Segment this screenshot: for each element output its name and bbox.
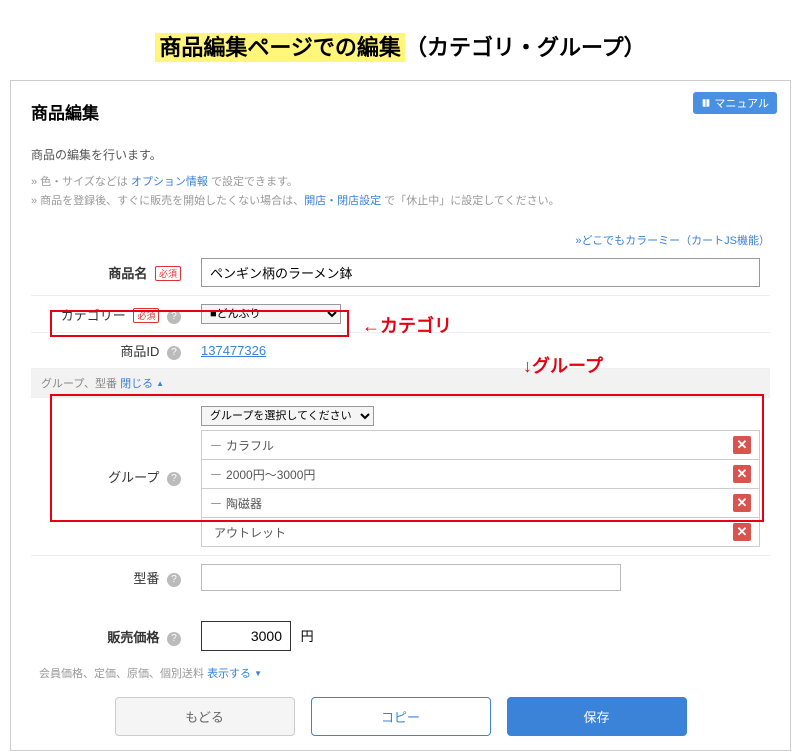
price-unit: 円: [301, 629, 314, 644]
cartjs-link[interactable]: »どこでもカラーミー（カートJS機能）: [575, 235, 770, 247]
chevron-up-icon: ▲: [156, 379, 164, 388]
page-title: 商品編集ページでの編集（カテゴリ・グループ）: [10, 10, 791, 80]
chevron-down-icon: ▼: [254, 669, 262, 678]
option-info-link[interactable]: オプション情報: [131, 176, 208, 188]
group-delete-button[interactable]: ✕: [733, 436, 751, 454]
group-item-label: カラフル: [226, 437, 274, 454]
back-button[interactable]: もどる: [115, 697, 295, 736]
product-id-link[interactable]: 137477326: [201, 343, 266, 358]
annotation-category-text: ←カテゴリ: [362, 312, 452, 338]
book-icon: [701, 98, 711, 108]
category-select[interactable]: ■どんぶり: [201, 304, 341, 324]
group-label: グループ ?: [31, 398, 191, 556]
product-name-label: 商品名 必須: [31, 250, 191, 296]
help-icon[interactable]: ?: [167, 346, 181, 360]
group-delete-button[interactable]: ✕: [733, 523, 751, 541]
open-close-settings-link[interactable]: 開店・閉店設定: [304, 195, 381, 207]
category-label: カテゴリー 必須 ?: [31, 296, 191, 333]
help-icon[interactable]: ?: [167, 573, 181, 587]
lead-text: 商品の編集を行います。: [31, 146, 770, 163]
group-item: ーカラフル ✕: [201, 430, 760, 460]
model-label: 型番 ?: [31, 556, 191, 600]
required-badge: 必須: [133, 308, 159, 323]
editor-panel: マニュアル 商品編集 商品の編集を行います。 » 色・サイズなどは オプション情…: [10, 80, 791, 751]
group-item-label: 2000円～3000円: [226, 466, 315, 483]
group-model-accordion[interactable]: グループ、型番 閉じる ▲: [31, 369, 770, 398]
product-name-input[interactable]: [201, 258, 760, 287]
product-id-label: 商品ID ?: [31, 333, 191, 369]
help-icon[interactable]: ?: [167, 632, 181, 646]
manual-button[interactable]: マニュアル: [693, 92, 777, 114]
group-delete-button[interactable]: ✕: [733, 465, 751, 483]
form-table: 商品名 必須 カテゴリー 必須 ? ■どんぶり: [31, 250, 770, 599]
price-label: 販売価格 ?: [31, 613, 191, 659]
required-badge: 必須: [155, 266, 181, 281]
help-icon[interactable]: ?: [167, 472, 181, 486]
expand-link[interactable]: 表示する: [207, 668, 251, 680]
group-item: ー陶磁器 ✕: [201, 489, 760, 518]
save-button[interactable]: 保存: [507, 697, 687, 736]
copy-button[interactable]: コピー: [311, 697, 491, 736]
notes: » 色・サイズなどは オプション情報 で設定できます。 » 商品を登録後、すぐに…: [31, 173, 770, 210]
group-delete-button[interactable]: ✕: [733, 494, 751, 512]
group-item: アウトレット ✕: [201, 518, 760, 547]
group-item-prefix: ー: [210, 437, 222, 454]
help-icon[interactable]: ?: [167, 310, 181, 324]
accordion-close-link[interactable]: 閉じる: [120, 378, 153, 390]
group-item-label: 陶磁器: [226, 495, 262, 512]
price-extra-accordion[interactable]: 会員価格、定価、原価、個別送料 表示する ▼: [31, 659, 770, 683]
group-item-label: アウトレット: [214, 524, 286, 541]
annotation-group-text: ↓グループ: [523, 352, 603, 378]
group-item-prefix: ー: [210, 495, 222, 512]
price-input[interactable]: [201, 621, 291, 651]
section-heading: 商品編集: [31, 99, 770, 124]
group-item: ー2000円～3000円 ✕: [201, 460, 760, 489]
model-input[interactable]: [201, 564, 621, 591]
group-select[interactable]: グループを選択してください: [201, 406, 374, 426]
group-item-prefix: ー: [210, 466, 222, 483]
